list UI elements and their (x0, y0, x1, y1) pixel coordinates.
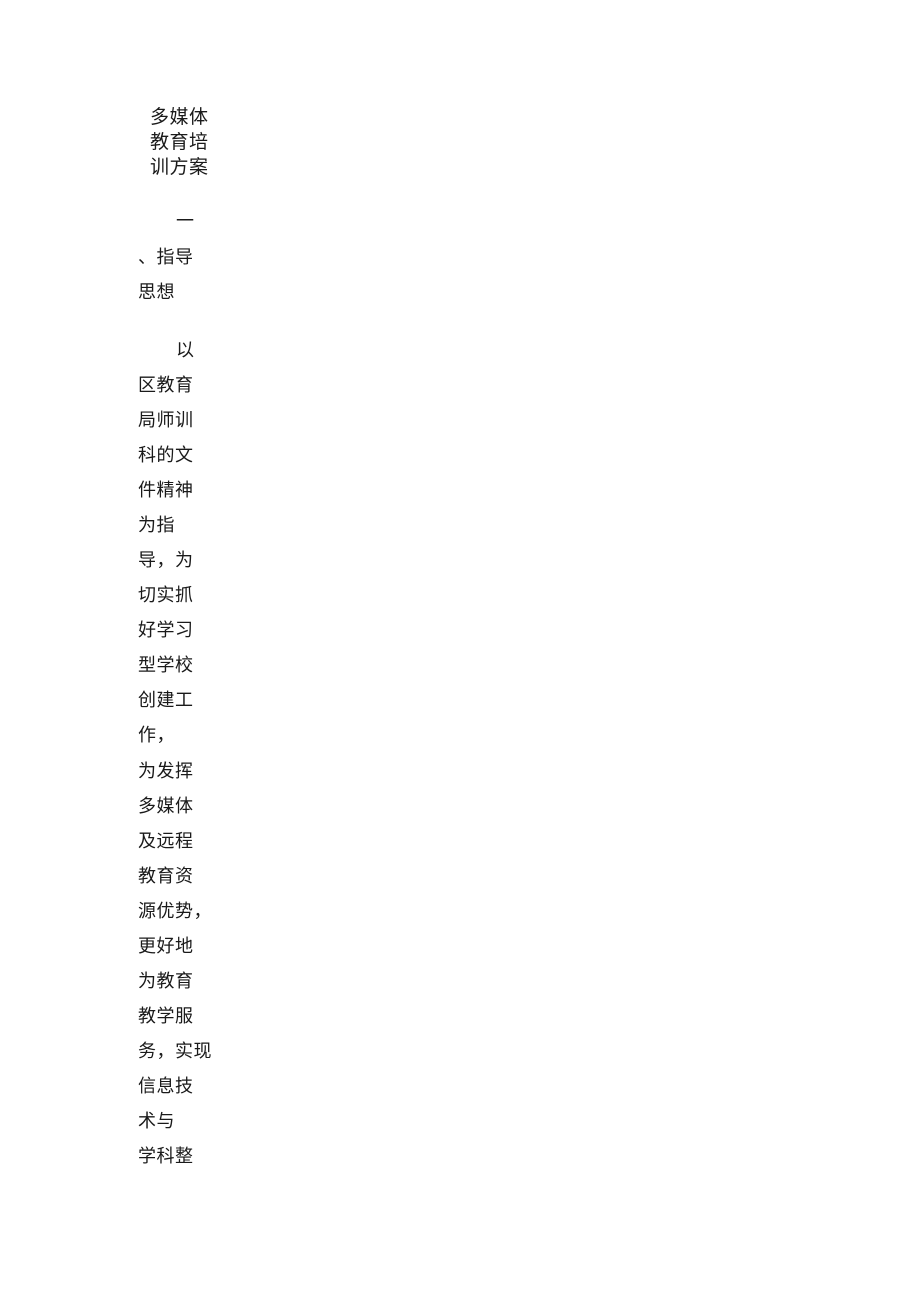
body-line: 以 (176, 340, 195, 361)
body-line: 件精神 (138, 480, 194, 501)
body-line: 源优势， (138, 901, 212, 922)
body-line: 务，实现 (138, 1041, 212, 1062)
body-line: 型学校 (138, 655, 194, 676)
body-line: 创建工 (138, 690, 194, 711)
body-line: 区教育 (138, 375, 194, 396)
body-line: 术与 (138, 1111, 175, 1132)
body-line: 教育资 (138, 866, 194, 887)
body-line: 局师训 (138, 410, 194, 431)
body-line: 导，为 (138, 550, 194, 571)
body-line: 教学服 (138, 1006, 194, 1027)
body-line: 切实抓 (138, 585, 194, 606)
title-line: 教育培 (150, 131, 209, 153)
body-line: 为指 (138, 515, 175, 536)
heading-line: 一 (176, 211, 195, 232)
heading-line: 思想 (138, 282, 175, 303)
body-line: 为发挥 (138, 761, 194, 782)
title-line: 训方案 (150, 156, 209, 178)
title-line: 多媒体 (150, 106, 209, 128)
body-line: 及远程 (138, 831, 194, 852)
body-line: 科的文 (138, 445, 194, 466)
body-line: 更好地 (138, 936, 194, 957)
body-line: 学科整 (138, 1146, 194, 1167)
body-line: 多媒体 (138, 796, 194, 817)
body-line: 好学习 (138, 620, 194, 641)
body-line: 作， (138, 725, 175, 746)
body-line: 为教育 (138, 971, 194, 992)
heading-line: 、指导 (138, 247, 194, 268)
document-page: 多媒体 教育培 训方案 一 、指导 思想 以 区教育 局师训 科的文 件精神 为… (0, 0, 920, 1303)
body-line: 信息技 (138, 1076, 194, 1097)
